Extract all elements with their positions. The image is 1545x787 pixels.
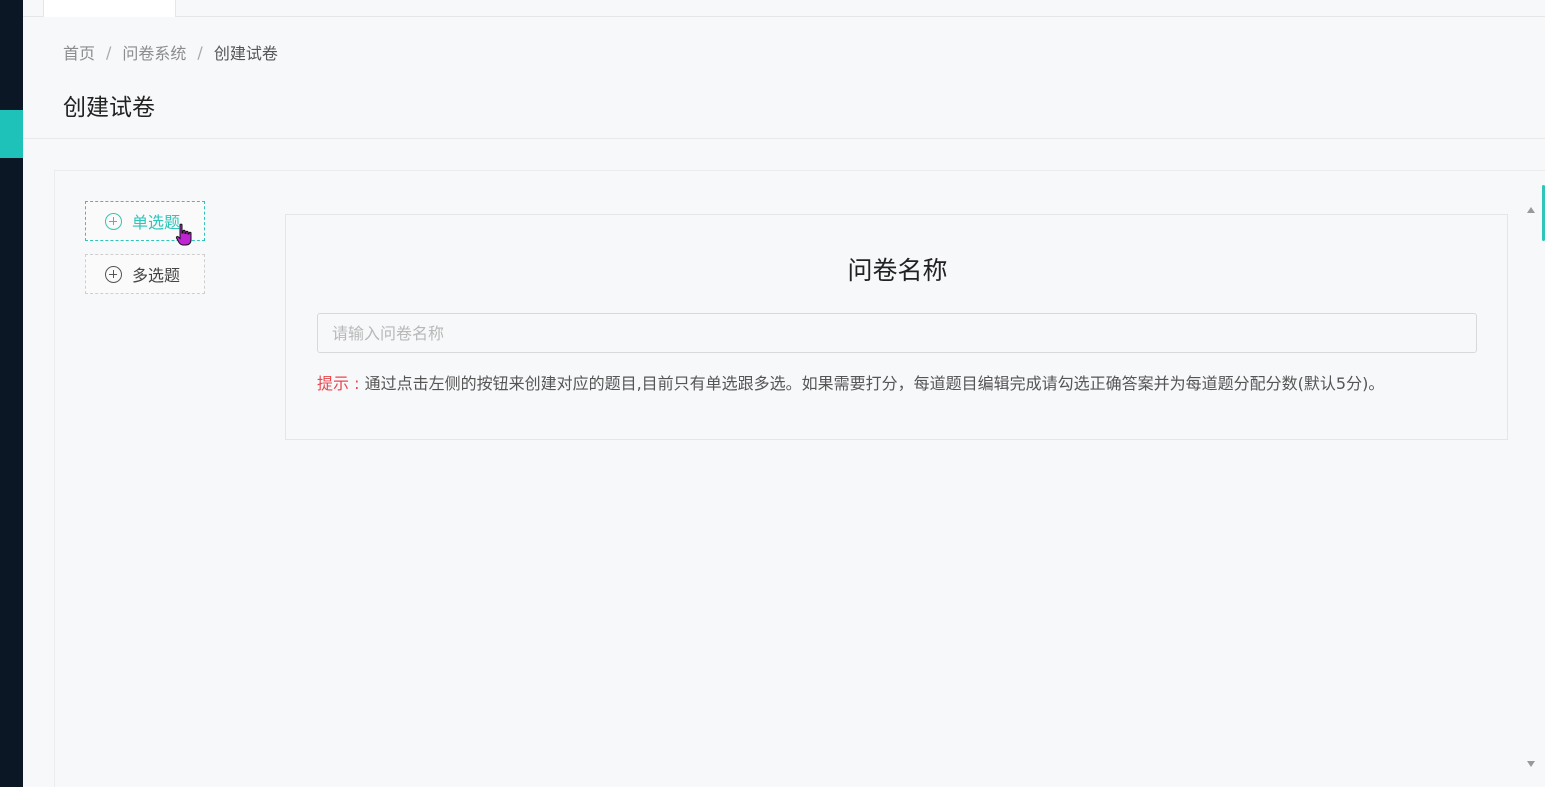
plus-circle-icon xyxy=(105,265,122,283)
breadcrumb-home[interactable]: 首页 xyxy=(63,40,95,64)
sidebar-active-indicator[interactable] xyxy=(0,110,23,158)
scroll-down-arrow-icon[interactable] xyxy=(1527,761,1535,767)
plus-circle-icon xyxy=(105,212,122,230)
tab-active[interactable] xyxy=(43,0,176,17)
single-choice-label: 单选题 xyxy=(132,213,181,232)
breadcrumb: 首页 / 问卷系统 / 创建试卷 xyxy=(63,40,278,64)
add-multiple-choice-button[interactable]: 多选题 xyxy=(85,254,205,294)
survey-card: 问卷名称 提示 : 通过点击左侧的按钮来创建对应的题目,目前只有单选跟多选。如果… xyxy=(285,214,1508,440)
content-card: 单选题 多选题 问卷名称 提示 : 通过点击左侧的按钮来创建对应的题目,目前只有… xyxy=(54,170,1545,787)
scroll-up-arrow-icon[interactable] xyxy=(1527,207,1535,213)
page-header: 首页 / 问卷系统 / 创建试卷 创建试卷 xyxy=(23,17,1545,139)
breadcrumb-separator: / xyxy=(106,42,112,62)
page-title: 创建试卷 xyxy=(63,95,155,121)
breadcrumb-separator: / xyxy=(197,42,203,62)
tip-text: 提示 : 通过点击左侧的按钮来创建对应的题目,目前只有单选跟多选。如果需要打分，… xyxy=(317,370,1384,394)
survey-title: 问卷名称 xyxy=(847,256,948,285)
hand-pointer-icon xyxy=(175,223,192,246)
survey-name-input[interactable] xyxy=(317,313,1477,353)
tab-strip xyxy=(23,0,1545,17)
sidebar-rail xyxy=(0,0,23,787)
multiple-choice-label: 多选题 xyxy=(132,266,181,285)
breadcrumb-current: 创建试卷 xyxy=(213,44,278,63)
main-area: 首页 / 问卷系统 / 创建试卷 创建试卷 单选题 多选题 问卷名称 提示 : … xyxy=(23,0,1545,787)
tip-message: 通过点击左侧的按钮来创建对应的题目,目前只有单选跟多选。如果需要打分，每道题目编… xyxy=(364,374,1385,393)
tip-label: 提示 : xyxy=(317,374,365,393)
breadcrumb-survey-system[interactable]: 问卷系统 xyxy=(122,40,186,64)
